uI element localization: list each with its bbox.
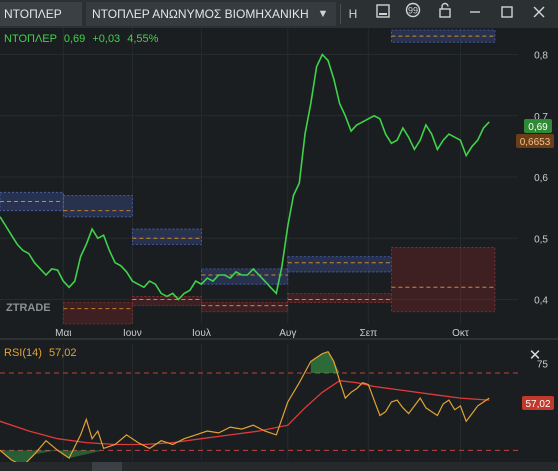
legend-symbol: ΝΤΟΠΛΕΡ <box>4 33 57 45</box>
price-y-tick-label: 0,5 <box>534 234 548 245</box>
price-y-tick-label: 0,8 <box>534 51 548 62</box>
rsi-legend: RSI(14) 57,02 <box>4 347 77 359</box>
avg-price-tag-text: 0,6653 <box>520 137 551 148</box>
legend-last: 0,69 <box>64 33 85 45</box>
red-value-box <box>62 302 133 325</box>
maximize-icon[interactable] <box>494 2 520 26</box>
last-price-tag: 0,69 <box>524 119 552 133</box>
rsi-label: RSI(14) <box>4 347 42 359</box>
blue-value-box <box>201 268 289 285</box>
bottom-bar <box>0 462 558 471</box>
svg-text:99: 99 <box>408 6 418 16</box>
price-legend: ΝΤΟΠΛΕΡ 0,69 +0,03 4,55% <box>4 33 159 45</box>
last-price-tag-text: 0,69 <box>528 122 548 133</box>
x-tick-label: Σεπ <box>360 328 378 339</box>
chart-toolbar: ΝΤΟΠΛΕΡ ΝΤΟΠΛΕΡ ΑΝΩΝΥΜΟΣ ΒΙΟΜΗΧΑΝΙΚΗ ▼ H… <box>0 0 558 28</box>
chevron-down-icon[interactable]: ▼ <box>310 2 336 26</box>
price-chart[interactable]: ZTRADE 0,80,70,60,50,4 Μαι Ιουν Ιουλ Αυγ Σεπ… <box>0 28 558 462</box>
blue-value-box <box>287 256 392 273</box>
price-y-tick-label: 0,4 <box>534 296 548 307</box>
lock-icon[interactable] <box>432 2 458 26</box>
red-value-box <box>201 302 289 313</box>
red-value-box <box>390 247 496 313</box>
interval-button[interactable]: H <box>340 2 366 26</box>
chart-background <box>0 28 558 462</box>
blue-value-box <box>62 194 133 218</box>
x-tick-label: Αυγ <box>279 328 296 339</box>
x-tick-label: Μαι <box>55 328 71 339</box>
comment-icon[interactable]: 99 <box>400 2 426 26</box>
red-value-box <box>131 296 202 307</box>
price-y-tick-label: 0,6 <box>534 173 548 184</box>
legend-pct: 4,55% <box>127 33 158 45</box>
minimize-icon[interactable] <box>462 2 488 26</box>
symbol-field[interactable]: ΝΤΟΠΛΕΡ <box>0 2 82 26</box>
red-value-box <box>287 292 392 303</box>
rsi-value: 57,02 <box>49 347 77 359</box>
close-icon[interactable] <box>526 2 552 26</box>
x-tick-label: Οκτ <box>452 328 469 339</box>
scroll-handle[interactable] <box>92 462 122 471</box>
blue-value-box <box>131 228 202 245</box>
rsi-value-tag: 57,02 <box>522 396 554 410</box>
rsi-close-icon[interactable]: ✕ <box>526 347 544 365</box>
x-tick-label: Ιουν <box>123 328 142 339</box>
instrument-name-select[interactable]: ΝΤΟΠΛΕΡ ΑΝΩΝΥΜΟΣ ΒΙΟΜΗΧΑΝΙΚΗ <box>86 2 336 26</box>
legend-change: +0,03 <box>92 33 120 45</box>
avg-price-tag: 0,6653 <box>516 134 554 148</box>
watermark: ZTRADE <box>6 302 51 314</box>
x-tick-label: Ιουλ <box>192 328 211 339</box>
save-icon[interactable] <box>370 2 396 26</box>
rsi-value-tag-text: 57,02 <box>525 399 550 410</box>
